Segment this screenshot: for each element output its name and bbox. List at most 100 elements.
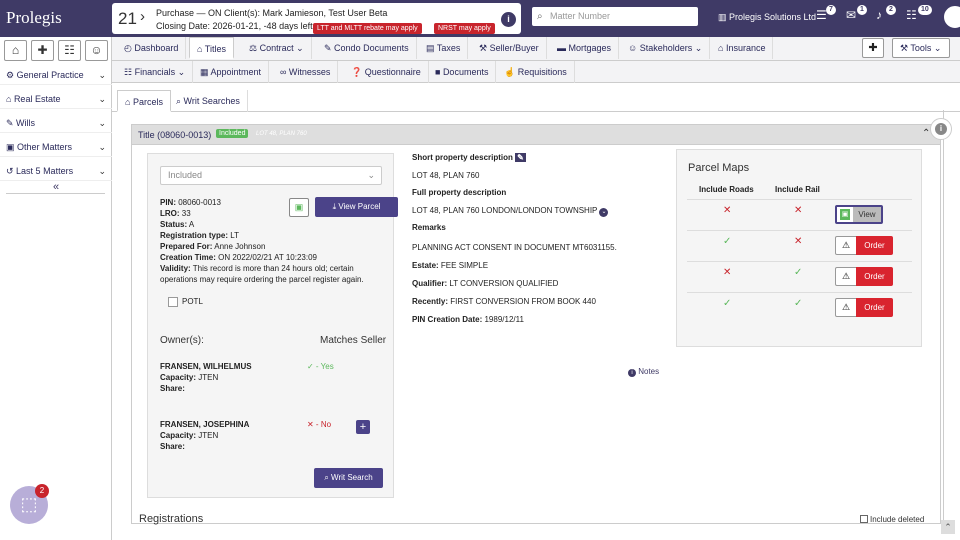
- tab-dashboard[interactable]: ◴ Dashboard: [117, 37, 187, 59]
- company-name[interactable]: ▥ Prolegis Solutions Ltd: [718, 12, 816, 23]
- owner-name: FRANSEN, WILHELMUS: [160, 362, 252, 371]
- potl-checkbox[interactable]: [168, 297, 178, 307]
- warning-icon: ⚠: [841, 302, 851, 312]
- top-bar: Prolegis 21 › Purchase — ON Client(s): M…: [0, 0, 960, 37]
- parcel-maps-box: Parcel Maps Include Roads Include Rail ✕…: [676, 149, 922, 347]
- full-desc: LOT 48, PLAN 760 LONDON/LONDON TOWNSHIP …: [412, 206, 609, 217]
- prepared-for-line: Prepared For: Anne Johnson: [160, 242, 266, 251]
- owner-capacity: Capacity: JTEN: [160, 373, 219, 382]
- scroll-top-icon[interactable]: ⌃: [941, 520, 955, 534]
- maps-row: ✓ ✓ ⚠ Order: [687, 292, 912, 323]
- documents-icon[interactable]: ☷ 10: [906, 5, 932, 28]
- add-icon[interactable]: +: [356, 420, 370, 434]
- sidebar-item-general-practice[interactable]: ⚙ General Practice ⌄: [0, 65, 112, 85]
- owner-name: FRANSEN, JOSEPHINA: [160, 420, 250, 429]
- tab-questionnaire[interactable]: ❓ Questionnaire: [344, 61, 429, 83]
- tab-witnesses[interactable]: ∞ Witnesses: [273, 61, 339, 83]
- title-panel: Title (08060-0013) Included LOT 48, PLAN…: [131, 124, 941, 524]
- short-desc-heading: Short property description ✎: [412, 153, 526, 162]
- tab-financials[interactable]: ☷ Financials ⌄: [117, 61, 194, 83]
- validity-line-2: operations may require ordering the parc…: [160, 275, 364, 284]
- order-map-button[interactable]: ⚠ Order: [835, 298, 893, 317]
- creation-time-line: Creation Time: ON 2022/02/21 AT 10:23:09: [160, 253, 317, 262]
- owner-share: Share:: [160, 384, 185, 393]
- tab-insurance[interactable]: ⌂ Insurance: [711, 37, 774, 59]
- tab-condo-documents[interactable]: ✎ Condo Documents: [317, 37, 417, 59]
- chat-badge: 2: [35, 484, 49, 498]
- sidebar-item-other-matters[interactable]: ▣ Other Matters ⌄: [0, 137, 112, 157]
- sidebar: ⌂ ✚ ☷ ☺ ⚙ General Practice ⌄ ⌂ Real Estat…: [0, 37, 112, 540]
- tab-appointment[interactable]: ▦ Appointment: [193, 61, 270, 83]
- edit-icon[interactable]: ✎: [515, 153, 526, 162]
- order-map-button[interactable]: ⚠ Order: [835, 267, 893, 286]
- matches-seller-label: Matches Seller: [320, 335, 387, 346]
- tab-writ-searches[interactable]: ⌕ Writ Searches: [169, 90, 248, 112]
- sidebar-item-wills[interactable]: ✎ Wills ⌄: [0, 113, 112, 133]
- nrst-tag: NRST may apply: [434, 23, 495, 34]
- panel-title: Title (08060-0013): [138, 130, 212, 140]
- matter-search-input[interactable]: ⌕ Matter Number: [532, 7, 698, 26]
- add-document-icon[interactable]: ✚: [862, 38, 884, 58]
- x-icon: ✕: [723, 205, 732, 216]
- tab-contract[interactable]: ⚖ Contract ⌄: [242, 37, 312, 59]
- pin-creation-line: PIN Creation Date: 1989/12/11: [412, 315, 524, 324]
- notes-link[interactable]: i Notes: [628, 367, 659, 377]
- chevron-down-icon[interactable]: ⌄: [599, 208, 609, 217]
- tab-seller-buyer[interactable]: ⚒ Seller/Buyer: [472, 37, 547, 59]
- registrations-heading: Registrations: [139, 513, 204, 525]
- bell-icon[interactable]: ♪ 2: [876, 5, 896, 28]
- include-rail-header: Include Rail: [775, 185, 820, 194]
- include-deleted-checkbox[interactable]: Include deleted: [860, 515, 924, 524]
- mail-icon[interactable]: ✉ 1: [846, 5, 867, 28]
- divider: [6, 193, 105, 194]
- remarks: PLANNING ACT CONSENT IN DOCUMENT MT60311…: [412, 243, 617, 252]
- qualifier-line: Qualifier: LT CONVERSION QUALIFIED: [412, 279, 559, 288]
- app-logo[interactable]: Prolegis: [6, 8, 62, 28]
- included-select[interactable]: Included ⌄: [160, 166, 382, 185]
- pin-line: PIN: 08060-0013: [160, 198, 221, 207]
- short-desc: LOT 48, PLAN 760: [412, 171, 480, 180]
- tab-documents[interactable]: ■ Documents: [428, 61, 497, 83]
- archive-icon[interactable]: ▣: [289, 198, 309, 217]
- estate-line: Estate: FEE SIMPLE: [412, 261, 489, 270]
- full-desc-heading: Full property description: [412, 188, 507, 197]
- home-add-icon[interactable]: ⌂: [4, 40, 27, 61]
- check-icon: ✓: [723, 298, 732, 309]
- user-avatar[interactable]: [944, 6, 960, 28]
- tools-button[interactable]: ⚒ Tools ⌄: [892, 38, 950, 58]
- matter-number: 21: [118, 9, 137, 28]
- match-no: ✕ - No: [307, 420, 332, 429]
- lot-subtitle: LOT 48, PLAN 760: [256, 131, 307, 137]
- list-icon[interactable]: ☷: [58, 40, 81, 61]
- order-map-button[interactable]: ⚠ Order: [835, 236, 893, 255]
- search-icon: ⌕: [537, 11, 543, 22]
- panel-header[interactable]: Title (08060-0013) Included LOT 48, PLAN…: [132, 125, 940, 145]
- tab-stakeholders[interactable]: ☺ Stakeholders ⌄: [621, 37, 711, 59]
- main-content: ◴ Dashboard ⌂ Titles ⚖ Contract ⌄ ✎ Cond…: [112, 37, 960, 540]
- sidebar-item-last-5-matters[interactable]: ↺ Last 5 Matters ⌄: [0, 161, 112, 181]
- tab-parcels[interactable]: ⌂ Parcels: [117, 90, 171, 112]
- included-badge: Included: [216, 129, 249, 138]
- tab-taxes[interactable]: ▤ Taxes: [419, 37, 469, 59]
- sidebar-item-real-estate[interactable]: ⌂ Real Estate ⌄: [0, 89, 112, 109]
- parcel-info-box: Included ⌄ ▣ ⤓ View Parcel PIN: 08060-001…: [147, 153, 398, 498]
- view-map-button[interactable]: ▣ View: [835, 205, 883, 224]
- warning-icon: ⚠: [841, 240, 851, 250]
- tab-titles[interactable]: ⌂ Titles: [189, 37, 234, 59]
- help-info-icon[interactable]: i: [930, 118, 952, 140]
- new-matter-icon[interactable]: ✚: [31, 40, 54, 61]
- tab-requisitions[interactable]: ☝ Requisitions: [497, 61, 575, 83]
- reg-type-line: Registration type: LT: [160, 231, 239, 240]
- writ-search-button[interactable]: ⌕ Writ Search: [314, 468, 383, 488]
- info-icon[interactable]: i: [501, 12, 516, 27]
- maps-row: ✓ ✕ ⚠ Order: [687, 230, 912, 261]
- scrollbar[interactable]: [943, 110, 948, 525]
- view-parcel-button[interactable]: ⤓ View Parcel: [315, 197, 398, 217]
- match-yes: ✓ - Yes: [307, 362, 334, 371]
- people-icon[interactable]: ☺: [85, 40, 108, 61]
- matter-header[interactable]: 21 › Purchase — ON Client(s): Mark Jamie…: [112, 3, 521, 34]
- chevron-right-icon[interactable]: ›: [140, 8, 145, 25]
- tasks-icon[interactable]: ☰ 7: [816, 5, 836, 28]
- collapse-sidebar-button[interactable]: «: [0, 181, 112, 193]
- tab-mortgages[interactable]: ▬ Mortgages: [550, 37, 620, 59]
